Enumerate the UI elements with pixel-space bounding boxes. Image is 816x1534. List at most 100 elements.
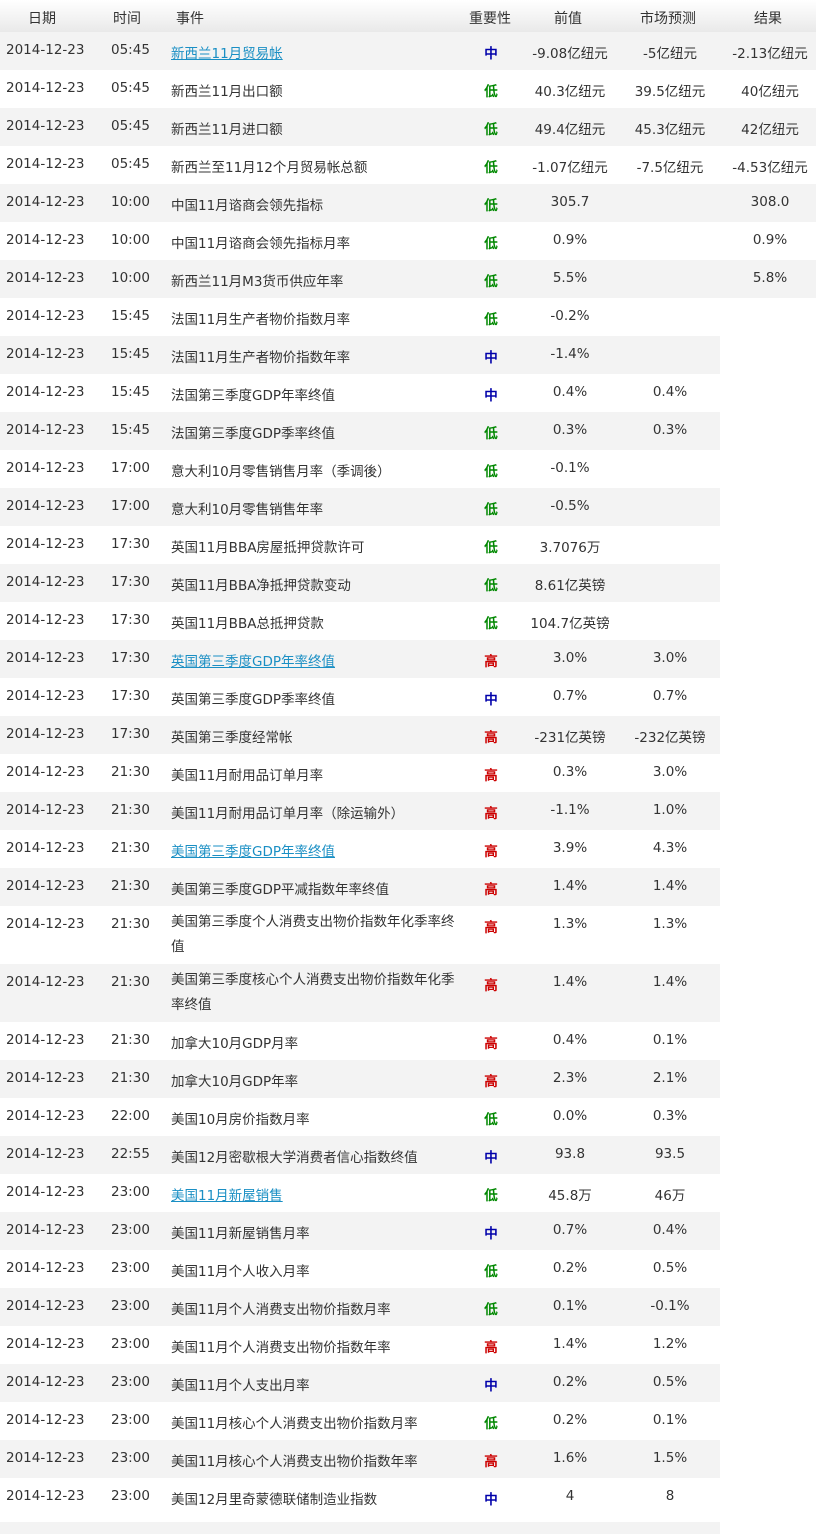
cell-time: 21:30 — [111, 878, 150, 894]
cell-actual: 5.8% — [752, 270, 788, 286]
cell-event: 加拿大10月GDP年率 — [171, 1074, 299, 1090]
table-row: 2014-12-23 17:30 英国第三季度GDP季率终值 中 0.7% 0.7% — [0, 678, 720, 716]
cell-date: 2014-12-23 — [6, 1488, 85, 1504]
cell-importance: 中 — [484, 388, 498, 404]
cell-date: 2014-12-23 — [6, 650, 85, 666]
cell-previous: 1.4% — [552, 974, 588, 990]
cell-time: 22:55 — [111, 1146, 150, 1162]
cell-previous: 0.4% — [552, 384, 588, 400]
cell-forecast: 0.3% — [652, 1108, 688, 1124]
cell-previous: -0.5% — [550, 498, 590, 514]
cell-previous: 2.3% — [552, 1070, 588, 1086]
cell-importance: 中 — [484, 1492, 498, 1508]
cell-previous: 305.7 — [550, 194, 590, 210]
cell-importance: 高 — [484, 882, 498, 898]
cell-date: 2014-12-23 — [6, 1108, 85, 1124]
cell-importance: 低 — [484, 236, 498, 252]
cell-date: 2014-12-23 — [6, 536, 85, 552]
cell-previous: 8.61亿英镑 — [534, 578, 606, 594]
cell-importance: 高 — [484, 1340, 498, 1356]
table-row: 2014-12-23 17:00 意大利10月零售销售月率（季调後） 低 -0.1% — [0, 450, 720, 488]
cell-importance: 低 — [484, 502, 498, 518]
cell-time: 15:45 — [111, 308, 150, 324]
column-header-importance: 重要性 — [469, 11, 511, 27]
cell-time: 10:00 — [111, 194, 150, 210]
cell-time: 17:30 — [111, 536, 150, 552]
table-row: 2014-12-23 23:00 美国11月个人支出月率 中 0.2% 0.5% — [0, 1364, 720, 1402]
table-row: 2014-12-23 21:30 加拿大10月GDP年率 高 2.3% 2.1% — [0, 1060, 720, 1098]
cell-forecast: -7.5亿纽元 — [636, 160, 704, 176]
cell-event: 加拿大10月GDP月率 — [171, 1036, 299, 1052]
cell-previous: 1.3% — [552, 916, 588, 932]
table-row: 2014-12-23 21:30 美国第三季度GDP平减指数年率终值 高 1.4% 1.4… — [0, 868, 720, 906]
cell-importance: 低 — [484, 1302, 498, 1318]
cell-importance: 低 — [484, 198, 498, 214]
cell-time: 15:45 — [111, 422, 150, 438]
cell-previous: -1.07亿纽元 — [532, 160, 608, 176]
cell-time: 23:00 — [111, 1298, 150, 1314]
cell-time: 23:00 — [111, 1260, 150, 1276]
cell-previous: -1.4% — [550, 346, 590, 362]
cell-date: 2014-12-23 — [6, 764, 85, 780]
cell-previous: 1.4% — [552, 878, 588, 894]
cell-importance: 低 — [484, 122, 498, 138]
cell-date: 2014-12-23 — [6, 1260, 85, 1276]
cell-previous: 0.1% — [552, 1298, 588, 1314]
cell-importance: 低 — [484, 1264, 498, 1280]
cell-time: 15:45 — [111, 384, 150, 400]
cell-event: 法国11月生产者物价指数月率 — [171, 312, 351, 328]
event-link[interactable]: 新西兰11月贸易帐 — [171, 42, 283, 62]
cell-date: 2014-12-23 — [6, 574, 85, 590]
table-row: 2014-12-23 21:30 美国11月耐用品订单月率（除运输外） 高 -1.1% 1… — [0, 792, 720, 830]
table-row: 2014-12-23 15:45 法国11月生产者物价指数月率 低 -0.2% — [0, 298, 720, 336]
cell-event: 新西兰11月M3货币供应年率 — [171, 274, 344, 290]
cell-time: 17:00 — [111, 460, 150, 476]
cell-date: 2014-12-23 — [6, 270, 85, 286]
cell-forecast: 0.1% — [652, 1032, 688, 1048]
table-row: 2014-12-23 17:30 英国11月BBA总抵押贷款 低 104.7亿英镑 — [0, 602, 720, 640]
cell-time: 21:30 — [111, 1032, 150, 1048]
cell-previous: 49.4亿纽元 — [534, 122, 606, 138]
cell-forecast: 1.3% — [652, 916, 688, 932]
cell-date: 2014-12-23 — [6, 498, 85, 514]
cell-previous: 4 — [565, 1488, 575, 1504]
column-header-time: 时间 — [113, 11, 141, 27]
cell-previous: 0.2% — [552, 1260, 588, 1276]
cell-importance: 中 — [484, 46, 498, 62]
cell-event: 美国第三季度核心个人消费支出物价指数年化季率终值 — [171, 972, 455, 1013]
cell-previous: 0.3% — [552, 764, 588, 780]
cell-importance: 高 — [484, 844, 498, 860]
cell-importance: 中 — [484, 1378, 498, 1394]
cell-importance: 中 — [484, 1226, 498, 1242]
table-row: 2014-12-23 15:45 法国第三季度GDP季率终值 低 0.3% 0.3% — [0, 412, 720, 450]
cell-event: 英国第三季度GDP季率终值 — [171, 692, 335, 708]
cell-previous: 0.7% — [552, 1222, 588, 1238]
cell-date: 2014-12-23 — [6, 1222, 85, 1238]
cell-event: 美国11月个人消费支出物价指数月率 — [171, 1302, 391, 1318]
cell-time: 10:00 — [111, 232, 150, 248]
cell-forecast: -0.1% — [650, 1298, 690, 1314]
table-row: 2014-12-23 23:00 美国11月新屋销售月率 中 0.7% 0.4% — [0, 1212, 720, 1250]
cell-forecast: 0.5% — [652, 1374, 688, 1390]
cell-time: 10:00 — [111, 270, 150, 286]
cell-previous: 45.8万 — [548, 1188, 592, 1204]
cell-importance: 高 — [484, 1074, 498, 1090]
table-row: 2014-12-23 10:00 中国11月谘商会领先指标 低 305.7 308.0 — [0, 184, 816, 222]
event-link[interactable]: 美国11月新屋销售 — [171, 1184, 283, 1204]
cell-time: 17:30 — [111, 650, 150, 666]
cell-time: 23:00 — [111, 1488, 150, 1504]
cell-previous: 93.8 — [554, 1146, 586, 1162]
event-link[interactable]: 美国第三季度GDP年率终值 — [171, 840, 335, 860]
table-row: 2014-12-23 23:00 美国11月个人收入月率 低 0.2% 0.5% — [0, 1250, 720, 1288]
column-header-event: 事件 — [176, 11, 204, 27]
cell-previous: 0.2% — [552, 1412, 588, 1428]
cell-event: 美国11月耐用品订单月率（除运输外） — [171, 806, 405, 822]
cell-event: 美国第三季度GDP平减指数年率终值 — [171, 882, 389, 898]
cell-event: 中国11月谘商会领先指标月率 — [171, 236, 351, 252]
table-row: 2014-12-23 23:00 美国12月里奇蒙德联储制造业指数 中 4 8 — [0, 1478, 720, 1516]
cell-importance: 低 — [484, 578, 498, 594]
cell-event: 美国12月里奇蒙德联储制造业指数 — [171, 1492, 378, 1508]
cell-event: 新西兰11月出口额 — [171, 84, 283, 100]
event-link[interactable]: 英国第三季度GDP年率终值 — [171, 650, 335, 670]
cell-date: 2014-12-23 — [6, 42, 85, 58]
